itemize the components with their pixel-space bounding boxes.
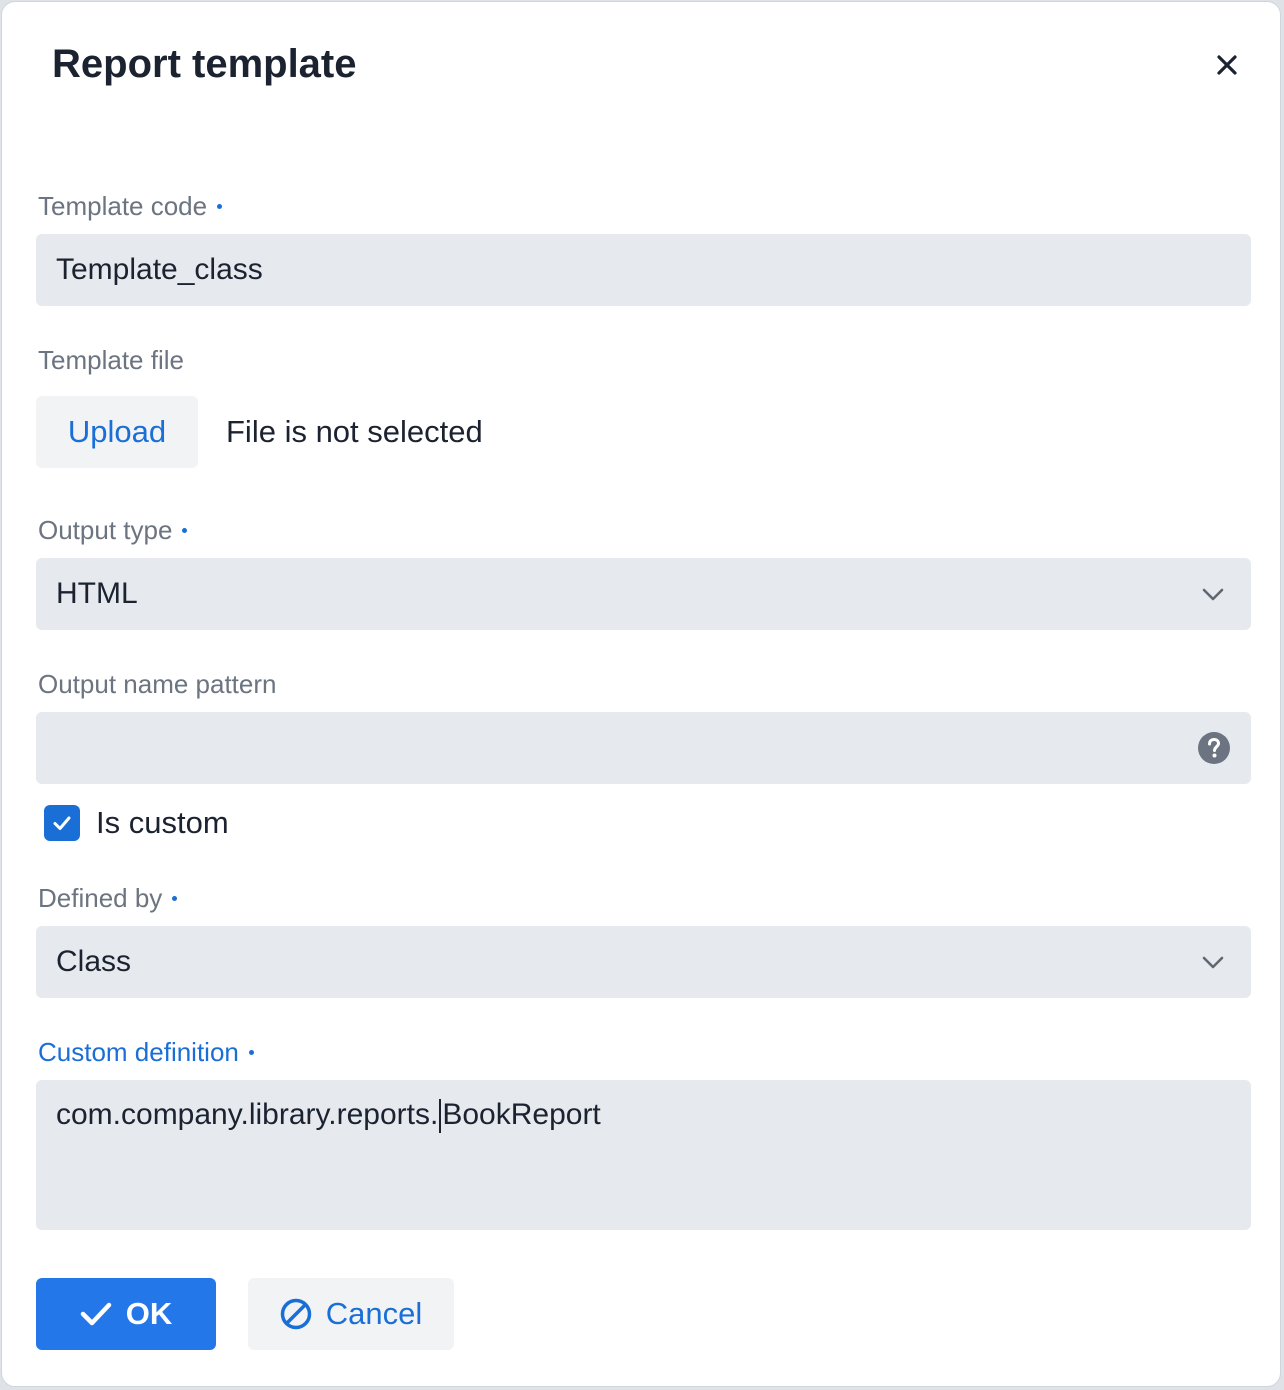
report-template-dialog: Report template Template code Template_c…: [1, 1, 1281, 1387]
template-code-value: Template_class: [56, 253, 263, 286]
template-file-label: Template file: [38, 345, 184, 375]
is-custom-label[interactable]: Is custom: [96, 805, 229, 841]
cancel-label: Cancel: [325, 1296, 423, 1331]
required-indicator: [182, 527, 188, 533]
custom-definition-textarea[interactable]: com.company.library.reports. BookReport: [36, 1080, 1251, 1230]
output-type-label: Output type: [38, 515, 188, 546]
cancel-icon: [280, 1298, 311, 1330]
close-button[interactable]: [1202, 40, 1252, 90]
custom-definition-text-after: BookReport: [442, 1098, 601, 1131]
help-icon[interactable]: [1197, 731, 1231, 765]
defined-by-select[interactable]: Class: [36, 926, 1251, 998]
close-icon: [1217, 55, 1237, 75]
is-custom-checkbox[interactable]: [44, 805, 80, 841]
ok-label: OK: [125, 1296, 173, 1331]
chevron-down-icon: [1202, 956, 1224, 969]
output-name-pattern-label: Output name pattern: [38, 669, 277, 699]
file-status-text: File is not selected: [226, 414, 483, 449]
template-code-input[interactable]: Template_class: [36, 234, 1251, 306]
output-type-value: HTML: [56, 577, 138, 610]
required-indicator: [172, 895, 178, 901]
defined-by-label: Defined by: [38, 883, 178, 914]
custom-definition-label: Custom definition: [38, 1037, 254, 1068]
defined-by-value: Class: [56, 945, 132, 978]
checkmark-icon: [53, 816, 71, 830]
cancel-button[interactable]: Cancel: [248, 1278, 454, 1350]
output-type-select[interactable]: HTML: [36, 558, 1251, 630]
ok-button[interactable]: OK: [36, 1278, 216, 1350]
dialog-title: Report template: [52, 42, 357, 86]
custom-definition-text-before: com.company.library.reports.: [56, 1098, 439, 1131]
required-indicator: [217, 203, 223, 209]
required-indicator: [248, 1049, 254, 1055]
upload-button[interactable]: Upload: [36, 396, 198, 468]
template-code-label: Template code: [38, 191, 223, 222]
checkmark-icon: [80, 1302, 111, 1326]
output-name-pattern-input[interactable]: [36, 712, 1251, 784]
chevron-down-icon: [1202, 588, 1224, 601]
